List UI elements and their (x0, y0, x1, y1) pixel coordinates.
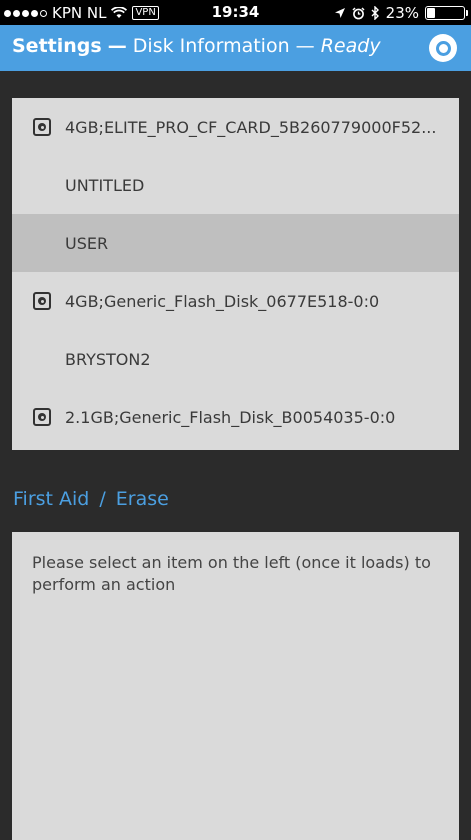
app-header: Settings — Disk Information — Ready (0, 25, 471, 71)
header-dash: — (107, 35, 127, 57)
disk-label: 2.1GB;Generic_Flash_Disk_B0054035-0:0 (65, 407, 396, 427)
header-dash: — (295, 35, 315, 57)
location-arrow-icon (334, 8, 345, 18)
disk-icon (33, 292, 51, 310)
list-item[interactable]: 2.1GB;Generic_Flash_Disk_B0054035-0:0 (12, 388, 459, 446)
volume-label: USER (65, 233, 109, 253)
battery-percentage: 23% (385, 4, 419, 22)
erase-link[interactable]: Erase (116, 488, 169, 510)
battery-icon (425, 6, 468, 20)
list-item[interactable]: BRYSTON2 (12, 330, 459, 388)
status-bar-right: 23% (334, 4, 468, 22)
volume-label: BRYSTON2 (65, 349, 151, 369)
status-bar: KPN NL VPN 19:34 23% (0, 0, 471, 25)
status-text: Ready (320, 35, 381, 57)
action-separator: / (99, 488, 106, 510)
disk-icon (33, 118, 51, 136)
bluetooth-icon (371, 6, 379, 20)
alarm-clock-icon (352, 6, 365, 19)
app-name: Settings (12, 35, 102, 57)
disk-label: 4GB;ELITE_PRO_CF_CARD_5B260779000F52... (65, 117, 437, 137)
list-item[interactable]: 4GB;ELITE_PRO_CF_CARD_5B260779000F52... (12, 98, 459, 156)
list-item[interactable]: 4GB;Generic_Flash_Disk_0677E518-0:0 (12, 272, 459, 330)
disk-list: 4GB;ELITE_PRO_CF_CARD_5B260779000F52... … (12, 98, 459, 450)
first-aid-link[interactable]: First Aid (13, 488, 89, 510)
settings-button[interactable] (429, 34, 457, 62)
action-panel: Please select an item on the left (once … (12, 532, 459, 840)
section-name: Disk Information (132, 35, 290, 57)
settings-icon (435, 40, 451, 56)
list-item[interactable]: USER (12, 214, 459, 272)
volume-label: UNTITLED (65, 175, 145, 195)
disk-label: 4GB;Generic_Flash_Disk_0677E518-0:0 (65, 291, 380, 311)
action-links: First Aid / Erase (13, 488, 169, 510)
instruction-message: Please select an item on the left (once … (32, 553, 431, 594)
header-title: Settings — Disk Information — Ready (12, 35, 381, 57)
disk-icon (33, 408, 51, 426)
list-item[interactable]: UNTITLED (12, 156, 459, 214)
